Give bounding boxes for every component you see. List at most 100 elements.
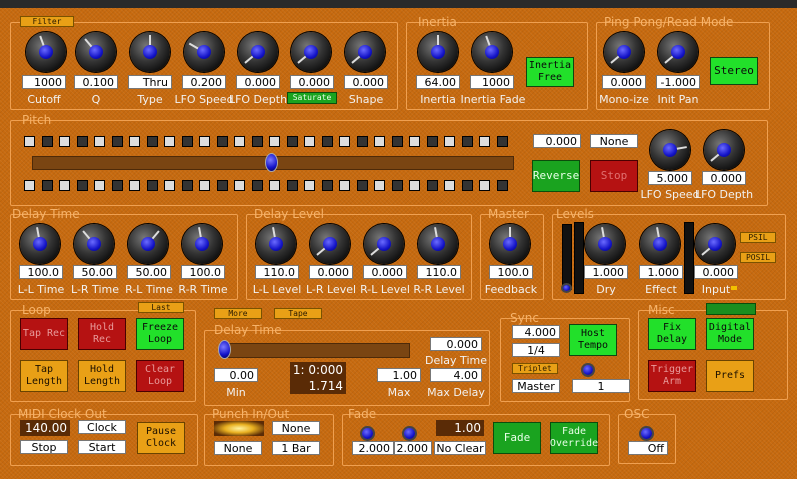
- input-knob[interactable]: [695, 224, 735, 264]
- delay-time-min-value[interactable]: 0.00: [214, 368, 258, 382]
- pitch-step[interactable]: [444, 180, 455, 191]
- tap-rec-button[interactable]: Tap Rec: [20, 318, 68, 350]
- pitch-step[interactable]: [181, 180, 193, 191]
- pitch-step[interactable]: [374, 136, 385, 147]
- rl-time-knob[interactable]: [128, 224, 168, 264]
- pitch-step[interactable]: [321, 136, 333, 147]
- punch-bar[interactable]: 1 Bar: [272, 441, 320, 455]
- input-value[interactable]: 0.000: [694, 265, 738, 279]
- filter-tag[interactable]: Filter: [20, 16, 74, 27]
- pitch-lfo-depth-knob[interactable]: [704, 130, 744, 170]
- shape-value[interactable]: 0.000: [344, 75, 388, 89]
- delay-time-value[interactable]: 0.000: [430, 337, 482, 351]
- sync-tempo-value[interactable]: 4.000: [512, 325, 560, 339]
- effect-knob[interactable]: [640, 224, 680, 264]
- pitch-step[interactable]: [129, 136, 140, 147]
- pitch-step[interactable]: [164, 136, 175, 147]
- lfo-depth-knob[interactable]: [238, 32, 278, 72]
- fade-knob-2[interactable]: [404, 428, 415, 439]
- stop-button[interactable]: Stop: [590, 160, 638, 192]
- punch-out-none[interactable]: None: [214, 441, 262, 455]
- pitch-step[interactable]: [251, 136, 263, 147]
- rr-time-knob[interactable]: [182, 224, 222, 264]
- fade-value-3[interactable]: 1.00: [436, 420, 484, 436]
- pitch-step[interactable]: [391, 136, 403, 147]
- pitch-step[interactable]: [409, 136, 420, 147]
- prefs-button[interactable]: Prefs: [706, 360, 754, 392]
- pitch-none[interactable]: None: [590, 134, 638, 148]
- midi-start-button[interactable]: Start: [78, 440, 126, 454]
- pitch-step[interactable]: [76, 180, 88, 191]
- pitch-lfo-speed-value[interactable]: 5.000: [648, 171, 692, 185]
- punch-in-none[interactable]: None: [272, 421, 320, 435]
- pitch-step[interactable]: [356, 136, 368, 147]
- feedback-value[interactable]: 100.0: [489, 265, 533, 279]
- sync-master[interactable]: Master: [512, 379, 560, 393]
- pitch-step[interactable]: [111, 180, 123, 191]
- pitch-step[interactable]: [164, 180, 175, 191]
- pitch-step[interactable]: [461, 136, 473, 147]
- tape-button[interactable]: Tape: [274, 308, 322, 319]
- lr-time-knob[interactable]: [74, 224, 114, 264]
- pitch-step[interactable]: [391, 180, 403, 191]
- lr-level-value[interactable]: 0.000: [309, 265, 353, 279]
- pitch-step[interactable]: [304, 180, 315, 191]
- psil-button[interactable]: PSIL: [740, 232, 776, 243]
- type-knob[interactable]: [130, 32, 170, 72]
- pitch-step[interactable]: [199, 136, 210, 147]
- pitch-step[interactable]: [146, 180, 158, 191]
- pitch-step[interactable]: [479, 180, 490, 191]
- inertia-value[interactable]: 64.00: [416, 75, 460, 89]
- shape-knob[interactable]: [345, 32, 385, 72]
- trigger-arm-button[interactable]: Trigger Arm: [648, 360, 696, 392]
- pitch-step[interactable]: [269, 180, 280, 191]
- more-button[interactable]: More: [214, 308, 262, 319]
- pitch-step[interactable]: [234, 136, 245, 147]
- pitch-step[interactable]: [496, 136, 508, 147]
- hold-length-button[interactable]: Hold Length: [78, 360, 126, 392]
- delay-time-slider-track[interactable]: [222, 343, 410, 358]
- q-knob[interactable]: [76, 32, 116, 72]
- pitch-step[interactable]: [181, 136, 193, 147]
- pitch-step[interactable]: [216, 180, 228, 191]
- reverse-button[interactable]: Reverse: [532, 160, 580, 192]
- ll-time-value[interactable]: 100.0: [19, 265, 63, 279]
- pitch-step[interactable]: [76, 136, 88, 147]
- rr-time-value[interactable]: 100.0: [181, 265, 225, 279]
- pitch-step[interactable]: [461, 180, 473, 191]
- pitch-step[interactable]: [356, 180, 368, 191]
- lfo-depth-value[interactable]: 0.000: [236, 75, 280, 89]
- pitch-lfo-speed-knob[interactable]: [650, 130, 690, 170]
- ll-level-knob[interactable]: [256, 224, 296, 264]
- saturate-knob[interactable]: [291, 32, 331, 72]
- pitch-step[interactable]: [129, 180, 140, 191]
- pitch-slider-thumb[interactable]: [265, 153, 278, 172]
- pitch-step[interactable]: [216, 136, 228, 147]
- pitch-value[interactable]: 0.000: [533, 134, 581, 148]
- rl-level-knob[interactable]: [364, 224, 404, 264]
- cutoff-knob[interactable]: [26, 32, 66, 72]
- pitch-step[interactable]: [41, 136, 53, 147]
- ll-time-knob[interactable]: [20, 224, 60, 264]
- pitch-step[interactable]: [59, 136, 70, 147]
- delay-time-slider-thumb[interactable]: [218, 340, 231, 359]
- q-value[interactable]: 0.100: [74, 75, 118, 89]
- pitch-step[interactable]: [286, 136, 298, 147]
- pitch-step[interactable]: [426, 180, 438, 191]
- fade-value-1[interactable]: 2.000: [352, 441, 394, 455]
- saturate-value[interactable]: 0.000: [290, 75, 334, 89]
- tap-length-button[interactable]: Tap Length: [20, 360, 68, 392]
- clear-loop-button[interactable]: Clear Loop: [136, 360, 184, 392]
- dry-knob[interactable]: [585, 224, 625, 264]
- inertia-fade-knob[interactable]: [472, 32, 512, 72]
- sync-number[interactable]: 1: [572, 379, 630, 393]
- posil-button[interactable]: POSIL: [740, 252, 776, 263]
- feedback-knob[interactable]: [490, 224, 530, 264]
- inertia-free-button[interactable]: Inertia Free: [526, 57, 574, 87]
- max-delay-value[interactable]: 4.00: [430, 368, 482, 382]
- saturate-button[interactable]: Saturate: [287, 92, 337, 104]
- inertia-knob[interactable]: [418, 32, 458, 72]
- pitch-step[interactable]: [339, 180, 350, 191]
- midi-clock-button[interactable]: Clock: [78, 420, 126, 434]
- lr-time-value[interactable]: 50.00: [73, 265, 117, 279]
